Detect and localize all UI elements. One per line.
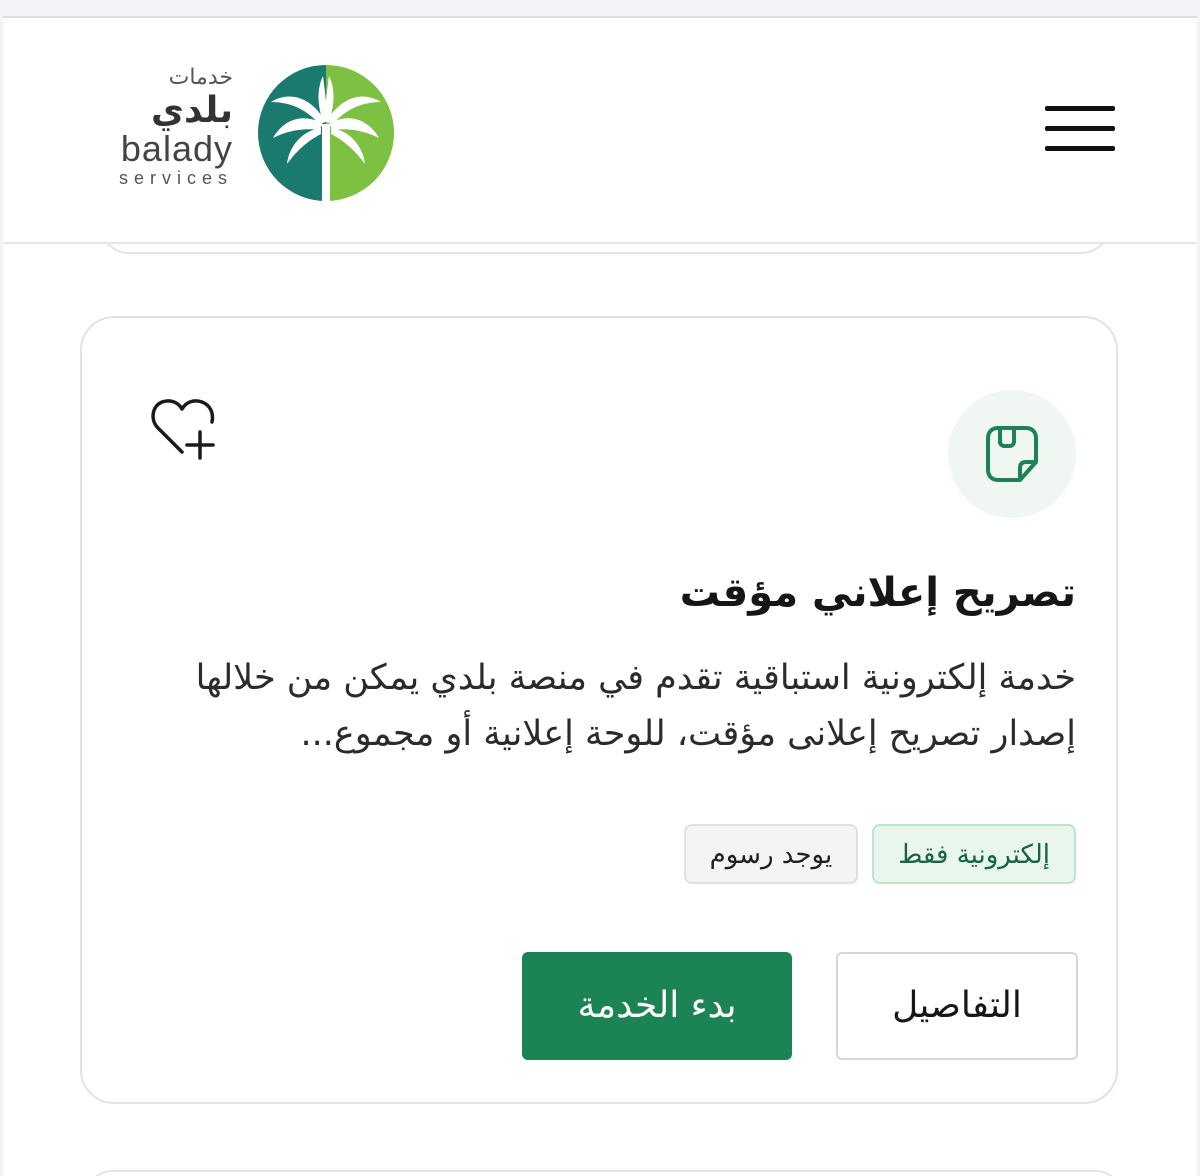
palm-emblem-icon xyxy=(258,65,394,202)
service-card: تصريح إعلاني مؤقت خدمة إلكترونية استباقي… xyxy=(80,316,1118,1104)
tag-electronic-only: إلكترونية فقط xyxy=(872,824,1076,884)
logo-wordmark: خدمات بلدي balady services xyxy=(87,60,233,188)
logo-arabic-big: بلدي xyxy=(150,90,233,131)
document-note-icon xyxy=(986,426,1038,482)
app-header: خدمات بلدي balady services xyxy=(3,18,1197,244)
service-title: تصريح إعلاني مؤقت xyxy=(679,570,1076,616)
logo-english-small: services xyxy=(118,168,233,188)
service-icon-badge xyxy=(948,390,1076,518)
menu-line xyxy=(1045,106,1115,111)
tag-fees: يوجد رسوم xyxy=(683,824,859,884)
hamburger-menu-icon[interactable] xyxy=(1043,104,1117,154)
menu-line xyxy=(1045,146,1115,151)
heart-plus-icon[interactable] xyxy=(148,396,220,462)
balady-logo[interactable]: خدمات بلدي balady services xyxy=(87,60,397,210)
start-service-button[interactable]: بدء الخدمة xyxy=(522,952,792,1060)
details-button[interactable]: التفاصيل xyxy=(836,952,1078,1060)
logo-arabic-small: خدمات xyxy=(168,65,233,90)
menu-line xyxy=(1045,126,1115,131)
service-tags: إلكترونية فقط يوجد رسوم xyxy=(683,824,1076,888)
app-frame: خدمات بلدي balady services تصريح إعلاني … xyxy=(3,16,1197,1176)
logo-english: balady xyxy=(120,128,233,169)
service-description: خدمة إلكترونية استباقية تقدم في منصة بلد… xyxy=(195,658,1076,754)
next-service-card xyxy=(83,1170,1125,1176)
